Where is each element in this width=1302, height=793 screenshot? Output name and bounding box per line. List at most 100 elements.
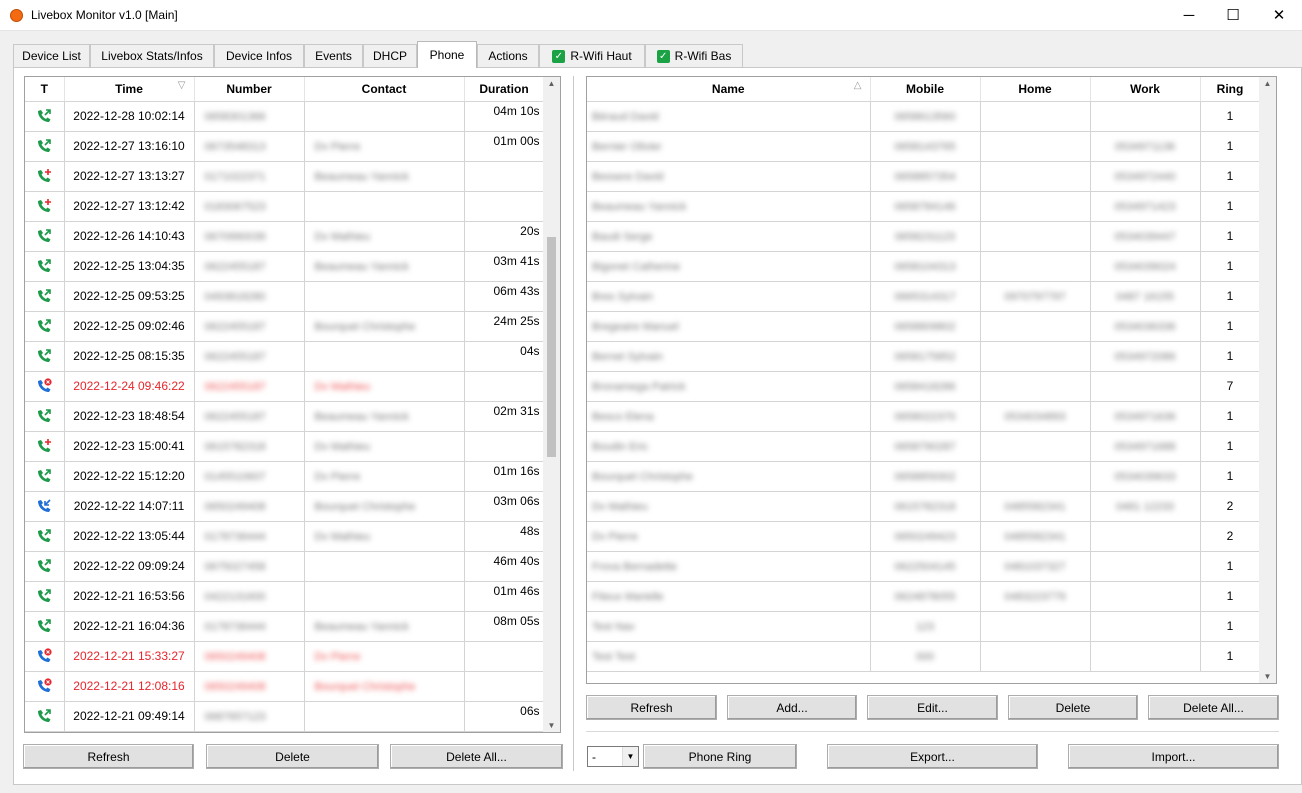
contacts-scrollbar[interactable]: ▲ ▼ (1259, 77, 1276, 683)
contact-row[interactable]: Bernier Olivier 0658143765 0534971136 1 (587, 131, 1261, 162)
maximize-button[interactable]: ☐ (1210, 0, 1256, 30)
contact-row[interactable]: Bregeaire Manuel 0658809802 0534036336 1 (587, 311, 1261, 342)
contact-row[interactable]: Test Nav 123 1 (587, 611, 1261, 642)
contacts-delete-all-button[interactable]: Delete All... (1148, 695, 1279, 720)
contact-row[interactable]: Béraud David 0658613560 1 (587, 101, 1261, 132)
call-row[interactable]: 2022-12-25 13:04:35 0622455187 Beaumeau Ya… (25, 251, 545, 282)
call-row[interactable]: 2022-12-27 13:16:10 0673548313 Dv Pierre 01… (25, 131, 545, 162)
contacts-grid[interactable]: Name △ Mobile Home Work Ring Béraud David… (586, 76, 1277, 684)
call-row[interactable]: 2022-12-21 12:08:16 0650249408 Bourquet Ch… (25, 671, 545, 702)
contact-mobile-cell: 0624878055 (870, 581, 981, 612)
call-row[interactable]: 2022-12-28 10:02:14 0658301366 04m 10s (25, 101, 545, 132)
contacts-delete-button[interactable]: Delete (1008, 695, 1138, 720)
call-type-cell (25, 221, 65, 252)
col-header-name[interactable]: Name △ (587, 77, 871, 102)
contact-name: Bres Sylvain (592, 291, 654, 303)
close-button[interactable]: ✕ (1256, 0, 1302, 30)
contact-row[interactable]: Bronamega Patrick 0658418286 7 (587, 371, 1261, 402)
tab-actions[interactable]: Actions (477, 44, 539, 67)
contact-row[interactable]: Fiteux Marielle 0624878055 0483223779 1 (587, 581, 1261, 612)
col-header-ring[interactable]: Ring (1200, 77, 1261, 102)
scrollbar-thumb[interactable] (547, 237, 556, 457)
call-row[interactable]: 2022-12-25 09:53:25 0493818280 06m 43s (25, 281, 545, 312)
col-header-time[interactable]: Time ▽ (64, 77, 195, 102)
contact-row[interactable]: Boudin Eric 0658790287 0534971688 1 (587, 431, 1261, 462)
call-log-grid[interactable]: T Time ▽ Number Contact Duration 2022-12-… (24, 76, 561, 733)
call-duration: 24m 25s (464, 311, 545, 342)
col-header-mobile[interactable]: Mobile (870, 77, 981, 102)
contact-row[interactable]: Bres Sylvain 0665314317 0970797797 0487 161… (587, 281, 1261, 312)
contact-home-cell: 0481037327 (980, 551, 1091, 582)
call-duration: 48s (464, 521, 545, 552)
call-row[interactable]: 2022-12-27 13:12:42 0183067523 (25, 191, 545, 222)
contacts-add-button[interactable]: Add... (727, 695, 857, 720)
call-row[interactable]: 2022-12-22 14:07:11 0650249408 Bourquet Ch… (25, 491, 545, 522)
contact-row[interactable]: Dv Pierre 0650249423 0485582341 2 (587, 521, 1261, 552)
call-duration: 02m 31s (464, 401, 545, 432)
contact-row[interactable]: Frova Bernadette 0622504145 0481037327 1 (587, 551, 1261, 582)
checkbox-checked-icon[interactable]: ✓ (656, 49, 670, 63)
call-contact-cell: Dv Mathieu (304, 221, 465, 252)
call-number: 0171022371 (204, 171, 266, 183)
tab-phone[interactable]: Phone (417, 41, 477, 68)
ring-count-select[interactable]: - ▼ (587, 746, 639, 767)
col-header-contact[interactable]: Contact (304, 77, 465, 102)
call-row[interactable]: 2022-12-26 14:10:43 0670990039 Dv Mathieu 2… (25, 221, 545, 252)
call-log-scrollbar[interactable]: ▲ ▼ (543, 77, 560, 732)
call-row[interactable]: 2022-12-21 15:33:27 0650249408 Dv Pierre (25, 641, 545, 672)
call-row[interactable]: 2022-12-22 09:09:24 0675027458 46m 40s (25, 551, 545, 582)
calls-refresh-button[interactable]: Refresh (23, 744, 194, 769)
call-row[interactable]: 2022-12-22 15:12:20 0145510607 Dv Pierre 01… (25, 461, 545, 492)
scroll-down-icon[interactable]: ▼ (1259, 672, 1276, 681)
minimize-button[interactable]: ─ (1166, 0, 1212, 30)
scroll-down-icon[interactable]: ▼ (543, 721, 560, 730)
call-row[interactable]: 2022-12-22 13:05:44 0178736444 Dv Mathieu 4… (25, 521, 545, 552)
tab-device-infos[interactable]: Device Infos (214, 44, 304, 67)
scroll-up-icon[interactable]: ▲ (543, 79, 560, 88)
import-button[interactable]: Import... (1068, 744, 1279, 769)
contacts-refresh-button[interactable]: Refresh (586, 695, 717, 720)
contacts-edit-button[interactable]: Edit... (867, 695, 998, 720)
calls-delete-button[interactable]: Delete (206, 744, 379, 769)
contact-row[interactable]: Test Test 000 1 (587, 641, 1261, 672)
call-row[interactable]: 2022-12-23 18:48:54 0622455187 Beaumeau Ya… (25, 401, 545, 432)
contact-row[interactable]: Beaumeau Yannick 0658784146 0534971423 1 (587, 191, 1261, 222)
tab-device-list[interactable]: Device List (13, 44, 90, 67)
col-header-work[interactable]: Work (1090, 77, 1201, 102)
contact-row[interactable]: Bernet Sylvain 0658175852 0534972086 1 (587, 341, 1261, 372)
contact-row[interactable]: Bigonet Catherine 0658104313 0534039024 1 (587, 251, 1261, 282)
call-row[interactable]: 2022-12-24 09:46:22 0622455187 Dv Mathieu (25, 371, 545, 402)
call-row[interactable]: 2022-12-27 13:13:27 0171022371 Beaumeau Ya… (25, 161, 545, 192)
contact-row[interactable]: Bourquet Christophe 0658859302 0534039633 1 (587, 461, 1261, 492)
scroll-up-icon[interactable]: ▲ (1259, 79, 1276, 88)
call-row[interactable]: 2022-12-23 15:00:41 0615782318 Dv Mathieu (25, 431, 545, 462)
call-row[interactable]: 2022-12-21 16:53:56 0422131600 01m 46s (25, 581, 545, 612)
col-header-number[interactable]: Number (194, 77, 305, 102)
contact-row[interactable]: Baudi Serge 0658231123 0534039447 1 (587, 221, 1261, 252)
contact-row[interactable]: Bessere David 0658857354 0534972440 1 (587, 161, 1261, 192)
contact-work-cell (1090, 101, 1201, 132)
tab-dhcp[interactable]: DHCP (363, 44, 417, 67)
contact-row[interactable]: Besco Elena 0658022370 0534034893 053497163… (587, 401, 1261, 432)
call-row[interactable]: 2022-12-25 08:15:35 0622455187 04s (25, 341, 545, 372)
call-row[interactable]: 2022-12-21 09:49:14 0687657123 06s (25, 701, 545, 732)
contact-home-cell (980, 191, 1091, 222)
call-number-cell: 0422131600 (194, 581, 305, 612)
calls-delete-all-button[interactable]: Delete All... (390, 744, 563, 769)
contact-row[interactable]: Dv Mathieu 0615782318 0485582341 0481 12233… (587, 491, 1261, 522)
chevron-down-icon[interactable]: ▼ (622, 747, 638, 766)
col-header-duration[interactable]: Duration (464, 77, 545, 102)
call-row[interactable]: 2022-12-25 09:02:46 0622455187 Bourquet Ch… (25, 311, 545, 342)
tab-livebox-stats[interactable]: Livebox Stats/Infos (90, 44, 214, 67)
col-header-type[interactable]: T (25, 77, 65, 102)
tab-events[interactable]: Events (304, 44, 363, 67)
col-header-home[interactable]: Home (980, 77, 1091, 102)
call-duration (464, 641, 545, 672)
call-row[interactable]: 2022-12-21 16:04:36 0178736444 Beaumeau Ya… (25, 611, 545, 642)
phone-ring-button[interactable]: Phone Ring (643, 744, 797, 769)
checkbox-checked-icon[interactable]: ✓ (552, 49, 566, 63)
tab-r-wifi-bas[interactable]: ✓ R-Wifi Bas (645, 44, 743, 67)
call-number: 0622455187 (204, 321, 266, 333)
export-button[interactable]: Export... (827, 744, 1038, 769)
tab-r-wifi-haut[interactable]: ✓ R-Wifi Haut (539, 44, 645, 67)
